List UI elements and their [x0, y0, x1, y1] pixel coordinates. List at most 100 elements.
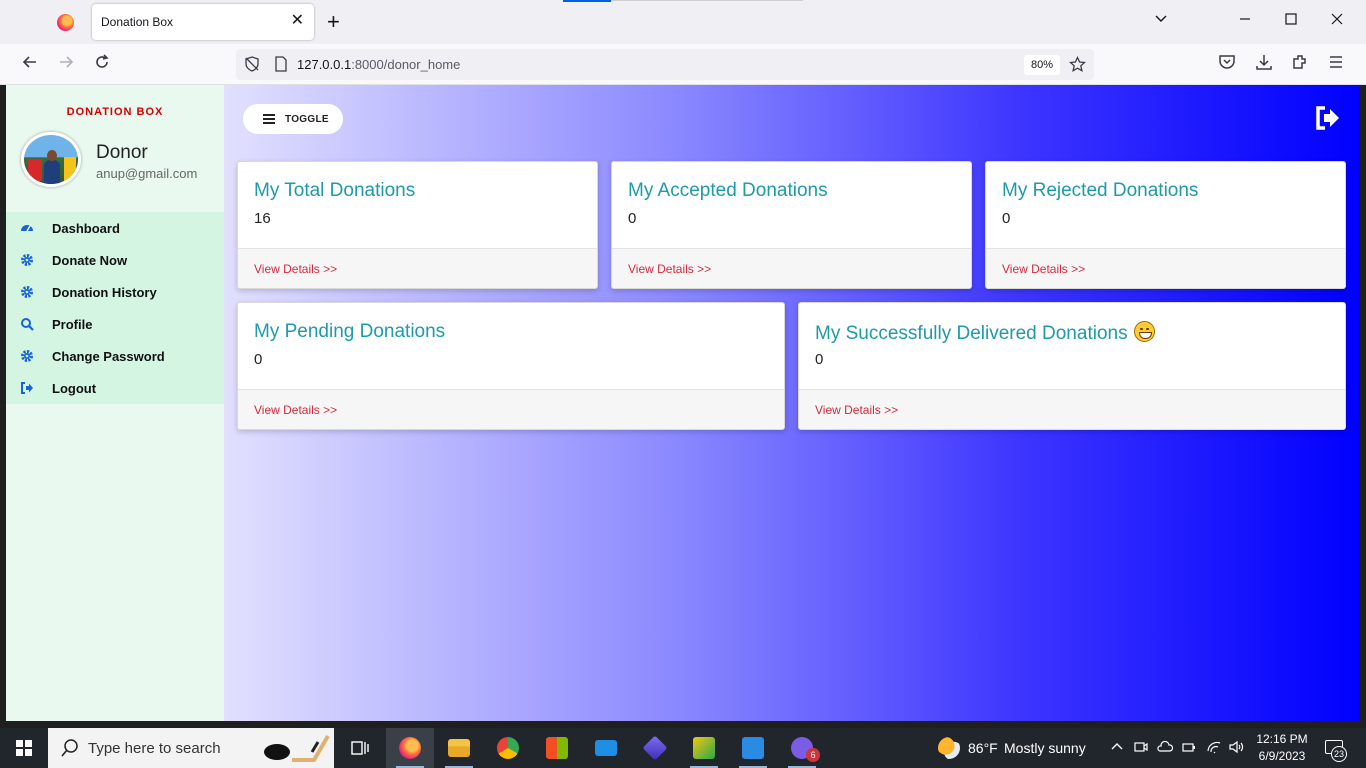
sidebar-item-donate-now[interactable]: Donate Now [6, 244, 224, 276]
taskbar-store-icon[interactable] [533, 728, 581, 768]
notification-count: 23 [1331, 746, 1347, 762]
sidebar-item-profile[interactable]: Profile [6, 308, 224, 340]
taskbar-clock[interactable]: 12:16 PM 6/9/2023 [1252, 731, 1312, 765]
tracking-protection-icon[interactable] [244, 56, 260, 77]
onedrive-icon[interactable] [1157, 740, 1174, 758]
taskbar-firefox-icon[interactable] [386, 728, 434, 768]
clock-time: 12:16 PM [1256, 732, 1308, 746]
search-icon [60, 738, 80, 758]
volume-icon[interactable] [1228, 740, 1244, 758]
view-details-link[interactable]: View Details >> [628, 262, 711, 276]
pocket-icon[interactable] [1218, 53, 1236, 76]
downloads-icon[interactable] [1255, 53, 1273, 76]
maximize-icon[interactable] [1284, 12, 1298, 32]
store-glyph [546, 737, 568, 759]
card-body: My Pending Donations 0 [238, 303, 784, 391]
notification-badge: 6 [806, 748, 820, 762]
menu-icon[interactable] [1327, 53, 1345, 76]
close-tab-icon[interactable]: ✕ [291, 12, 304, 30]
gear-icon [20, 253, 34, 267]
card-title: My Total Donations [254, 180, 416, 201]
reload-icon[interactable] [93, 53, 111, 76]
toggle-button[interactable]: TOGGLE [243, 104, 343, 134]
sidebar-item-dashboard[interactable]: Dashboard [6, 212, 224, 244]
sidebar-item-logout[interactable]: Logout [6, 372, 224, 404]
sidebar-item-label: Dashboard [52, 221, 120, 236]
extensions-icon[interactable] [1291, 53, 1309, 76]
avatar-flag-yellow [64, 157, 76, 181]
card-title: My Rejected Donations [1002, 180, 1199, 201]
taskbar-vscode-icon[interactable] [729, 728, 777, 768]
taskbar-messenger-icon[interactable]: 6 [778, 728, 826, 768]
avatar [21, 132, 81, 187]
toggle-label: TOGGLE [285, 114, 329, 125]
meet-now-icon[interactable] [1134, 740, 1148, 758]
card-title: My Successfully Delivered Donations [815, 321, 1155, 345]
card-value: 0 [628, 210, 637, 227]
taskbar-snip-icon[interactable] [680, 728, 728, 768]
card-footer[interactable]: View Details >> [986, 248, 1345, 288]
tray-chevron-up-icon[interactable] [1110, 740, 1124, 758]
url-text[interactable]: 127.0.0.1:8000/donor_home [297, 57, 460, 72]
wifi-icon[interactable] [1206, 740, 1222, 758]
view-details-link[interactable]: View Details >> [815, 403, 898, 417]
dashboard-icon [20, 221, 34, 235]
battery-plug-icon[interactable] [1182, 740, 1196, 758]
view-details-link[interactable]: View Details >> [254, 403, 337, 417]
gear-icon [20, 285, 34, 299]
web-page: DONATION BOX Donor anup@gmail.com Dashbo… [6, 85, 1360, 721]
card-pending-donations: My Pending Donations 0 View Details >> [237, 302, 785, 430]
avatar-person-body [44, 160, 60, 184]
url-path: :8000/donor_home [351, 57, 461, 72]
card-rejected-donations: My Rejected Donations 0 View Details >> [985, 161, 1346, 289]
card-title: My Pending Donations [254, 321, 446, 342]
sidebar-item-label: Change Password [52, 349, 165, 364]
card-footer[interactable]: View Details >> [238, 248, 597, 288]
taskbar-app-icon[interactable] [631, 728, 679, 768]
card-footer[interactable]: View Details >> [612, 248, 971, 288]
hamburger-icon [263, 114, 275, 124]
taskbar-mail-icon[interactable] [582, 728, 630, 768]
card-footer[interactable]: View Details >> [799, 389, 1345, 429]
view-details-link[interactable]: View Details >> [254, 262, 337, 276]
card-delivered-donations: My Successfully Delivered Donations 0 Vi… [798, 302, 1346, 430]
card-value: 0 [1002, 210, 1011, 227]
card-total-donations: My Total Donations 16 View Details >> [237, 161, 598, 289]
list-tabs-icon[interactable] [1154, 12, 1168, 32]
browser-tab[interactable]: Donation Box ✕ [92, 4, 314, 40]
search-icon [20, 317, 34, 331]
zoom-level[interactable]: 80% [1024, 55, 1060, 75]
brand-title: DONATION BOX [66, 106, 164, 118]
new-tab-icon[interactable]: + [327, 10, 340, 34]
windows-start-icon[interactable] [16, 740, 32, 756]
firefox-icon[interactable] [57, 14, 74, 31]
url-bar[interactable]: 127.0.0.1:8000/donor_home 80% [236, 49, 1094, 80]
taskbar-file-explorer-icon[interactable] [435, 728, 483, 768]
taskbar-chrome-icon[interactable] [484, 728, 532, 768]
card-title-text: My Successfully Delivered Donations [815, 323, 1128, 344]
weather-icon[interactable] [938, 737, 960, 759]
page-info-icon[interactable] [274, 56, 288, 77]
search-placeholder: Type here to search [88, 740, 221, 757]
back-icon[interactable] [21, 53, 39, 76]
sidebar-item-label: Donation History [52, 285, 157, 300]
url-host: 127.0.0.1 [297, 57, 352, 72]
weather-description[interactable]: Mostly sunny [1004, 740, 1086, 756]
task-view-icon[interactable] [336, 728, 384, 768]
weather-temperature[interactable]: 86°F [968, 740, 998, 756]
gear-icon [20, 349, 34, 363]
view-details-link[interactable]: View Details >> [1002, 262, 1085, 276]
forward-icon[interactable] [57, 53, 75, 76]
sidebar-item-donation-history[interactable]: Donation History [6, 276, 224, 308]
card-footer[interactable]: View Details >> [238, 389, 784, 429]
sidebar-item-change-password[interactable]: Change Password [6, 340, 224, 372]
close-window-icon[interactable] [1330, 12, 1344, 32]
minimize-icon[interactable] [1238, 12, 1252, 32]
card-body: My Rejected Donations 0 [986, 162, 1345, 250]
browser-nav-bar: 127.0.0.1:8000/donor_home 80% [0, 44, 1366, 85]
tab-indicator-track [611, 0, 803, 1]
mail-glyph [595, 740, 617, 756]
logout-icon[interactable] [1314, 104, 1342, 132]
bookmark-star-icon[interactable] [1068, 55, 1087, 78]
card-body: My Total Donations 16 [238, 162, 597, 250]
